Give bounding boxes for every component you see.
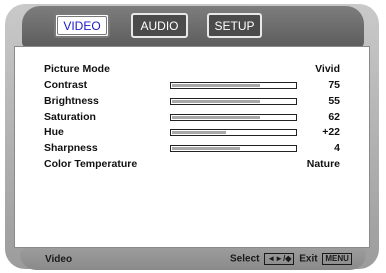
arrow-keys-icon: ◄►/◆ xyxy=(264,253,295,265)
slider-fill xyxy=(172,147,240,150)
setting-label: Hue xyxy=(44,126,64,138)
saturation-slider[interactable] xyxy=(170,114,297,121)
menu-key-icon: MENU xyxy=(322,253,352,265)
setting-label: Sharpness xyxy=(44,142,98,154)
setting-picture-mode[interactable]: Picture Mode Vivid xyxy=(44,63,340,78)
setting-contrast[interactable]: Contrast 75 xyxy=(44,79,340,94)
setting-value: 55 xyxy=(328,95,340,107)
setting-value: 62 xyxy=(328,111,340,123)
select-hint-label: Select xyxy=(230,253,260,265)
slider-fill xyxy=(172,131,227,134)
brightness-slider[interactable] xyxy=(170,98,297,105)
setting-value: +22 xyxy=(322,126,340,138)
setting-label: Contrast xyxy=(44,79,88,91)
setting-label: Saturation xyxy=(44,111,96,123)
setting-value: 75 xyxy=(328,79,340,91)
footer-hints: Select ◄►/◆ Exit MENU xyxy=(230,253,354,265)
setting-value: 4 xyxy=(334,142,340,154)
contrast-slider[interactable] xyxy=(170,82,297,89)
hue-slider[interactable] xyxy=(170,129,297,136)
slider-fill xyxy=(172,100,260,103)
setting-label: Picture Mode xyxy=(44,63,110,75)
setting-sharpness[interactable]: Sharpness 4 xyxy=(44,142,340,157)
tab-audio[interactable]: AUDIO xyxy=(131,13,188,38)
setting-hue[interactable]: Hue +22 xyxy=(44,126,340,141)
sharpness-slider[interactable] xyxy=(170,145,297,152)
setting-brightness[interactable]: Brightness 55 xyxy=(44,95,340,110)
setting-label: Color Temperature xyxy=(44,158,138,170)
tab-video[interactable]: VIDEO xyxy=(54,13,110,38)
setting-saturation[interactable]: Saturation 62 xyxy=(44,111,340,126)
setting-label: Brightness xyxy=(44,95,99,107)
slider-fill xyxy=(172,116,260,119)
slider-fill xyxy=(172,84,260,87)
setting-value: Vivid xyxy=(315,63,340,75)
exit-hint-label: Exit xyxy=(299,253,318,265)
setting-value: Nature xyxy=(306,158,340,170)
footer-title: Video xyxy=(45,254,73,265)
setting-color-temperature[interactable]: Color Temperature Nature xyxy=(44,158,340,173)
tab-setup[interactable]: SETUP xyxy=(207,13,262,38)
